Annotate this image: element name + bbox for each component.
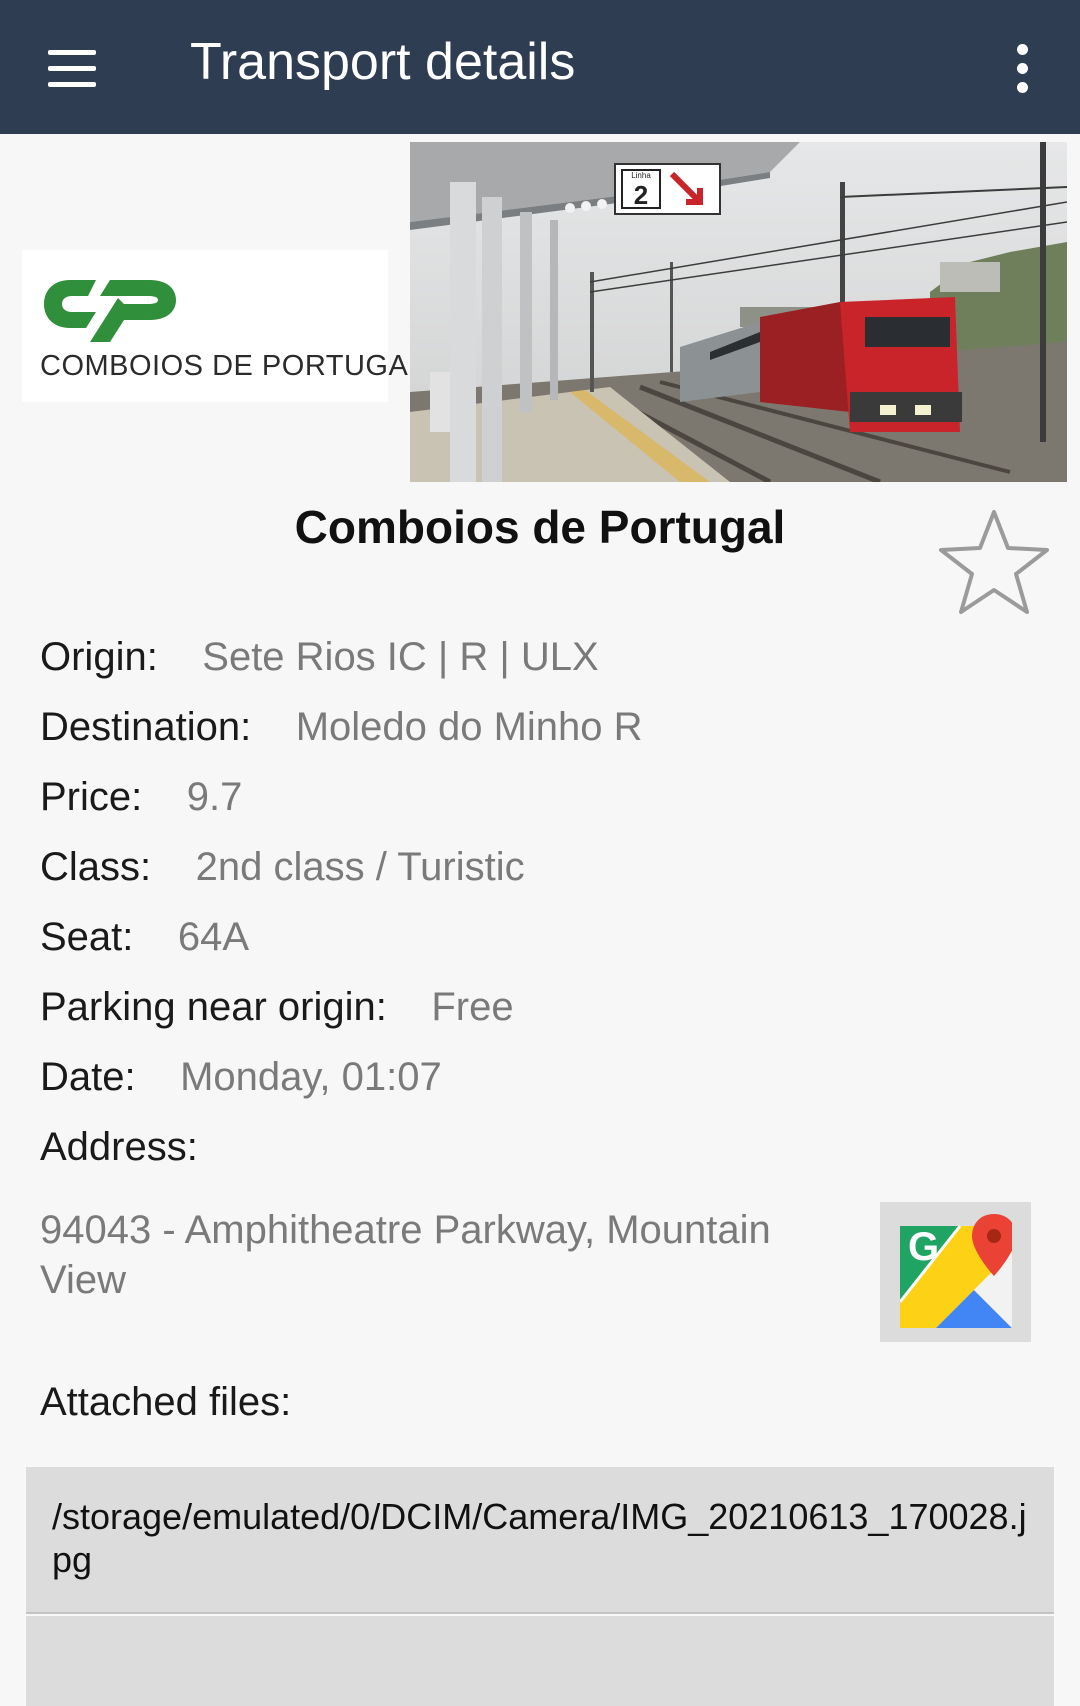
menu-icon[interactable] (40, 36, 104, 100)
detail-label: Seat: (40, 915, 134, 959)
detail-seat: Seat: 64A (40, 913, 249, 961)
svg-text:G: G (908, 1225, 939, 1269)
attached-files-list-area (26, 1616, 1054, 1706)
attached-file-item[interactable]: /storage/emulated/0/DCIM/Camera/IMG_2021… (26, 1467, 1054, 1614)
platform-sign-number: 2 (634, 180, 648, 210)
platform-sign-label: Linha (631, 171, 651, 180)
detail-value: Free (431, 985, 514, 1029)
detail-value: Moledo do Minho R (295, 705, 643, 749)
detail-value: 64A (177, 915, 250, 959)
detail-label: Origin: (40, 635, 158, 679)
star-outline-icon[interactable] (935, 506, 1053, 618)
detail-price: Price: 9.7 (40, 773, 242, 821)
detail-value: 2nd class / Turistic (195, 845, 525, 889)
detail-address: Address: (40, 1123, 198, 1171)
detail-date: Date: Monday, 01:07 (40, 1053, 442, 1101)
detail-origin: Origin: Sete Rios IC | R | ULX (40, 633, 599, 681)
detail-label: Date: (40, 1055, 136, 1099)
detail-value: Monday, 01:07 (180, 1055, 442, 1099)
attached-file-path: /storage/emulated/0/DCIM/Camera/IMG_2021… (52, 1496, 1027, 1580)
app-bar: Transport details (0, 0, 1080, 134)
detail-value: Sete Rios IC | R | ULX (202, 635, 599, 679)
detail-parking: Parking near origin: Free (40, 983, 514, 1031)
logo-text: COMBOIOS DE PORTUGAL (40, 350, 425, 382)
detail-class: Class: 2nd class / Turistic (40, 843, 525, 891)
attached-files-label: Attached files: (40, 1380, 292, 1424)
operator-name: Comboios de Portugal (294, 501, 786, 553)
detail-label: Class: (40, 845, 152, 889)
transport-photo: Linha 2 (410, 142, 1067, 482)
address-label: Address: (40, 1125, 198, 1169)
detail-label: Destination: (40, 705, 252, 749)
detail-label: Parking near origin: (40, 985, 387, 1029)
address-value: 94043 - Amphitheatre Parkway, Mountain V… (40, 1208, 771, 1302)
cp-logo-mark (44, 280, 176, 342)
more-vert-icon[interactable] (1000, 36, 1044, 100)
page-title: Transport details (190, 33, 576, 91)
operator-logo: COMBOIOS DE PORTUGAL (22, 250, 424, 402)
google-maps-icon[interactable]: G (880, 1202, 1031, 1342)
detail-value: 9.7 (186, 775, 243, 819)
detail-label: Price: (40, 775, 143, 819)
detail-destination: Destination: Moledo do Minho R (40, 703, 643, 751)
